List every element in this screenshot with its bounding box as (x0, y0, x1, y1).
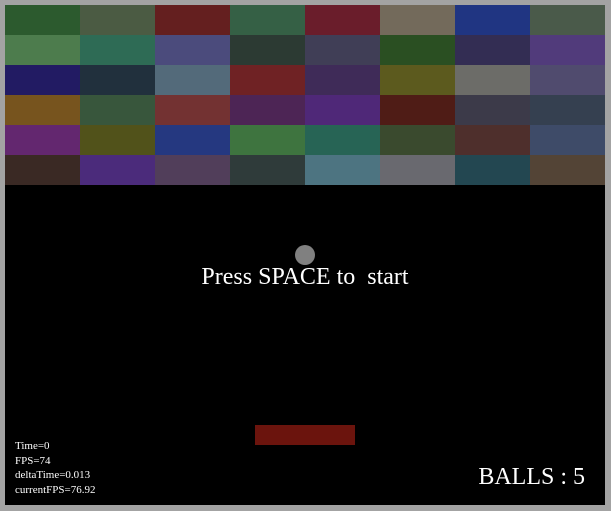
brick (5, 125, 80, 155)
debug-stats: Time=0 FPS=74 deltaTime=0.013 currentFPS… (15, 439, 95, 497)
debug-fps: FPS=74 (15, 454, 51, 467)
debug-time: Time=0 (15, 440, 50, 452)
brick (80, 65, 155, 95)
brick (155, 65, 230, 95)
brick (455, 125, 530, 155)
paddle[interactable] (255, 425, 355, 445)
brick (530, 125, 605, 155)
brick (230, 65, 305, 95)
brick (305, 155, 380, 185)
brick (230, 95, 305, 125)
balls-remaining: BALLS : 5 (478, 464, 585, 490)
brick (155, 95, 230, 125)
brick-wall (5, 5, 605, 185)
brick (455, 155, 530, 185)
brick (305, 95, 380, 125)
brick (455, 5, 530, 35)
brick (380, 65, 455, 95)
brick (455, 35, 530, 65)
brick (455, 95, 530, 125)
brick (305, 35, 380, 65)
brick (80, 35, 155, 65)
brick (230, 5, 305, 35)
brick (530, 5, 605, 35)
brick (380, 35, 455, 65)
brick (5, 65, 80, 95)
brick (5, 5, 80, 35)
debug-delta-time: deltaTime=0.013 (15, 469, 91, 481)
brick (230, 35, 305, 65)
game-canvas[interactable]: Press SPACE to start Time=0 FPS=74 delta… (5, 5, 605, 505)
brick (230, 155, 305, 185)
brick (455, 65, 530, 95)
brick (80, 155, 155, 185)
brick (305, 5, 380, 35)
brick (5, 35, 80, 65)
brick (305, 65, 380, 95)
brick (380, 5, 455, 35)
ball (295, 245, 315, 265)
brick (530, 95, 605, 125)
brick (230, 125, 305, 155)
debug-current-fps: currentFPS=76.92 (15, 483, 96, 496)
brick (5, 95, 80, 125)
brick (155, 155, 230, 185)
brick (380, 95, 455, 125)
brick (155, 35, 230, 65)
brick (155, 125, 230, 155)
brick (380, 155, 455, 185)
start-message: Press SPACE to start (201, 264, 409, 290)
brick (155, 5, 230, 35)
brick (5, 155, 80, 185)
brick (530, 65, 605, 95)
brick (305, 125, 380, 155)
brick (80, 5, 155, 35)
brick (530, 155, 605, 185)
brick (530, 35, 605, 65)
brick (80, 125, 155, 155)
brick (80, 95, 155, 125)
brick (380, 125, 455, 155)
